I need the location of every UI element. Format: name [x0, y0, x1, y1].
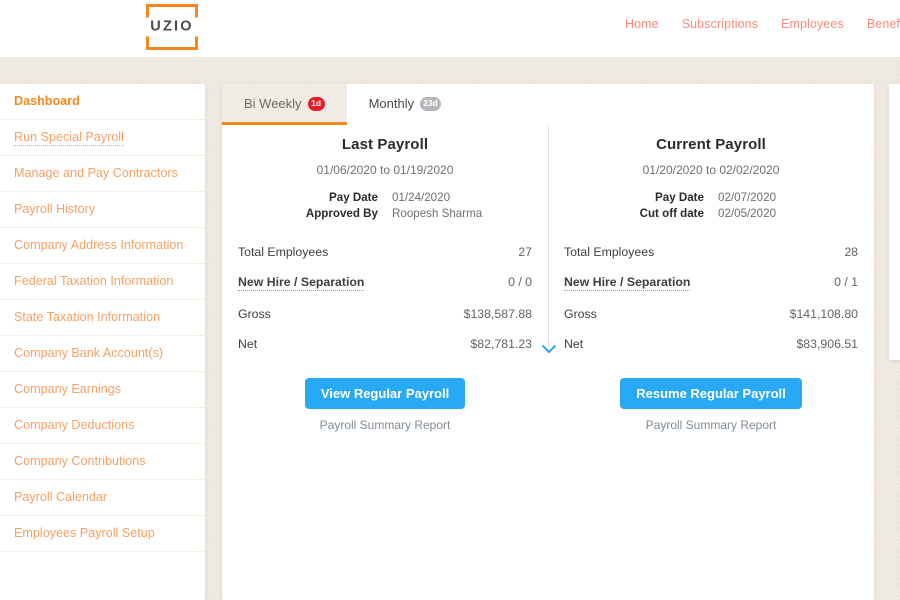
sidebar-item-label: Employees Payroll Setup	[14, 526, 155, 540]
sidebar-item-dashboard[interactable]: Dashboard	[0, 84, 205, 120]
view-regular-payroll-button[interactable]: View Regular Payroll	[305, 378, 465, 409]
tab-label: Bi Weekly	[244, 96, 302, 111]
payroll-summary-report-link-current[interactable]: Payroll Summary Report	[548, 418, 874, 432]
row-label: Total Employees	[238, 245, 328, 259]
meta-value-cut-off-date: 02/05/2020	[718, 207, 858, 220]
sidebar-item-label: Run Special Payroll	[14, 130, 124, 146]
panel-date-range: 01/20/2020 to 02/02/2020	[564, 163, 858, 177]
sidebar-item-label: Company Earnings	[14, 382, 121, 396]
sidebar-item-run-special-payroll[interactable]: Run Special Payroll	[0, 120, 205, 156]
sidebar-item-state-taxation-information[interactable]: State Taxation Information	[0, 300, 205, 336]
tab-monthly[interactable]: Monthly 23d	[347, 84, 463, 123]
right-edge-card	[889, 84, 900, 360]
row-total-employees: Total Employees 28	[564, 237, 858, 267]
meta-value-approved-by: Roopesh Sharma	[392, 207, 532, 220]
last-payroll-actions: View Regular Payroll Payroll Summary Rep…	[222, 378, 548, 432]
row-value: $141,108.80	[790, 307, 858, 321]
row-value: $82,781.23	[470, 337, 532, 351]
panel-rows: Total Employees 27 New Hire / Separation…	[238, 237, 532, 359]
resume-regular-payroll-button[interactable]: Resume Regular Payroll	[620, 378, 802, 409]
top-header: UZIO Home Subscriptions Employees Benef	[0, 0, 900, 57]
meta-value-pay-date: 02/07/2020	[718, 191, 858, 204]
sidebar-item-label: Payroll History	[14, 202, 95, 216]
tab-bi-weekly[interactable]: Bi Weekly 1d	[222, 84, 347, 123]
row-label: Net	[564, 337, 583, 351]
logo-wordmark: UZIO	[141, 18, 203, 37]
tab-badge-bi-weekly: 1d	[308, 97, 325, 111]
row-value: 27	[518, 245, 532, 259]
sidebar-item-company-contributions[interactable]: Company Contributions	[0, 444, 205, 480]
meta-key-pay-date: Pay Date	[564, 191, 704, 204]
sidebar-item-label: Company Contributions	[14, 454, 146, 468]
row-net: Net $83,906.51	[564, 329, 858, 359]
current-payroll-actions: Resume Regular Payroll Payroll Summary R…	[548, 378, 874, 432]
meta-value-pay-date: 01/24/2020	[392, 191, 532, 204]
sidebar-item-company-address-information[interactable]: Company Address Information	[0, 228, 205, 264]
sidebar-item-label: Company Address Information	[14, 238, 183, 252]
nav-link-subscriptions[interactable]: Subscriptions	[682, 17, 758, 31]
sidebar-item-employees-payroll-setup[interactable]: Employees Payroll Setup	[0, 516, 205, 552]
sidebar-item-label: Dashboard	[14, 94, 80, 108]
tab-label: Monthly	[369, 96, 415, 111]
nav-link-employees[interactable]: Employees	[781, 17, 844, 31]
panel-date-range: 01/06/2020 to 01/19/2020	[238, 163, 532, 177]
nav-link-home[interactable]: Home	[625, 17, 659, 31]
sidebar-item-payroll-calendar[interactable]: Payroll Calendar	[0, 480, 205, 516]
meta-key-pay-date: Pay Date	[238, 191, 378, 204]
sidebar-item-label: Company Deductions	[14, 418, 134, 432]
sidebar-item-label: Payroll Calendar	[14, 490, 107, 504]
row-label: Gross	[238, 307, 271, 321]
row-value: 0 / 1	[834, 275, 858, 289]
sidebar-item-label: Company Bank Account(s)	[14, 346, 163, 360]
panel-title: Last Payroll	[238, 136, 532, 153]
panel-title: Current Payroll	[564, 136, 858, 153]
panel-meta: Pay Date 02/07/2020 Cut off date 02/05/2…	[564, 191, 858, 220]
row-label[interactable]: New Hire / Separation	[564, 275, 690, 291]
sidebar-item-payroll-history[interactable]: Payroll History	[0, 192, 205, 228]
row-gross: Gross $141,108.80	[564, 299, 858, 329]
payroll-summary-report-link-last[interactable]: Payroll Summary Report	[222, 418, 548, 432]
row-value: 0 / 0	[508, 275, 532, 289]
sidebar-item-company-earnings[interactable]: Company Earnings	[0, 372, 205, 408]
panel-meta: Pay Date 01/24/2020 Approved By Roopesh …	[238, 191, 532, 220]
row-label: Total Employees	[564, 245, 654, 259]
tab-badge-monthly: 23d	[420, 97, 441, 111]
payroll-actions: View Regular Payroll Payroll Summary Rep…	[222, 378, 874, 432]
sidebar-item-label: Manage and Pay Contractors	[14, 166, 178, 180]
row-label: Gross	[564, 307, 597, 321]
row-net: Net $82,781.23	[238, 329, 532, 359]
sidebar-item-label: State Taxation Information	[14, 310, 160, 324]
sidebar: Dashboard Run Special Payroll Manage and…	[0, 84, 205, 600]
row-gross: Gross $138,587.88	[238, 299, 532, 329]
sidebar-item-company-bank-accounts[interactable]: Company Bank Account(s)	[0, 336, 205, 372]
panel-rows: Total Employees 28 New Hire / Separation…	[564, 237, 858, 359]
row-new-hire-separation: New Hire / Separation 0 / 0	[238, 267, 532, 299]
payroll-frequency-tabs: Bi Weekly 1d Monthly 23d	[222, 84, 874, 123]
uzio-logo[interactable]: UZIO	[146, 4, 198, 50]
row-new-hire-separation: New Hire / Separation 0 / 1	[564, 267, 858, 299]
row-value: 28	[844, 245, 858, 259]
nav-link-benefits[interactable]: Benef	[867, 17, 900, 31]
row-value: $138,587.88	[464, 307, 532, 321]
row-total-employees: Total Employees 27	[238, 237, 532, 267]
meta-key-approved-by: Approved By	[238, 207, 378, 220]
sidebar-item-manage-and-pay-contractors[interactable]: Manage and Pay Contractors	[0, 156, 205, 192]
sidebar-item-company-deductions[interactable]: Company Deductions	[0, 408, 205, 444]
sidebar-item-label: Federal Taxation Information	[14, 274, 173, 288]
row-label[interactable]: New Hire / Separation	[238, 275, 364, 291]
top-navigation: Home Subscriptions Employees Benef	[625, 17, 900, 31]
row-value: $83,906.51	[796, 337, 858, 351]
row-label: Net	[238, 337, 257, 351]
sidebar-item-federal-taxation-information[interactable]: Federal Taxation Information	[0, 264, 205, 300]
meta-key-cut-off-date: Cut off date	[564, 207, 704, 220]
